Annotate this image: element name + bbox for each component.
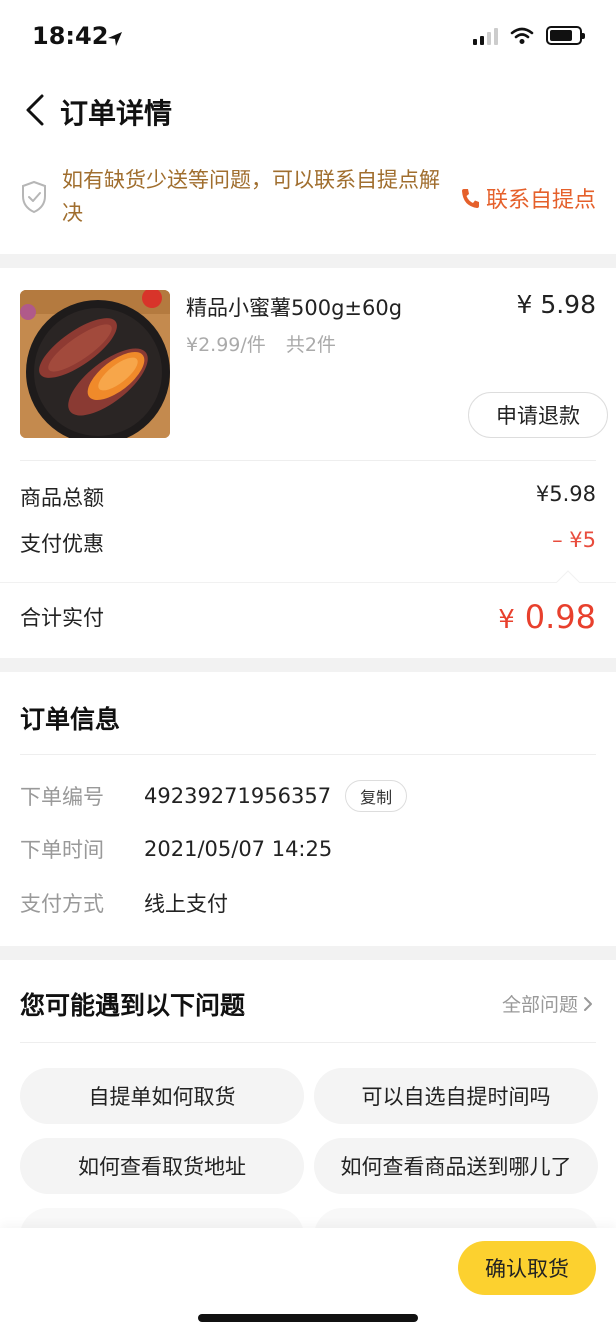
total-amount: ¥0.98 (498, 598, 596, 636)
order-number-value: 49239271956357 (144, 784, 332, 808)
order-time-label: 下单时间 (20, 838, 104, 862)
product-image[interactable] (20, 290, 170, 438)
order-number-label: 下单编号 (20, 785, 104, 809)
divider (20, 754, 596, 755)
payment-method-value: 线上支付 (144, 892, 228, 916)
subtotal-value: ¥5.98 (535, 482, 596, 506)
wifi-icon (510, 27, 534, 44)
cellular-signal-icon (473, 27, 498, 45)
notice-text: 如有缺货少送等问题，可以联系自提点解决 (62, 168, 440, 225)
battery-icon (546, 26, 585, 45)
faq-card: 您可能遇到以下问题 全部问题 自提单如何取货 可以自选自提时间吗 如何查看取货地… (0, 960, 616, 1264)
subtotal-label: 商品总额 (20, 486, 104, 510)
sweet-potato-image (20, 290, 170, 438)
product-price: ¥ 5.98 (516, 290, 596, 319)
total-currency: ¥ (498, 605, 515, 635)
order-info-title: 订单信息 (20, 705, 121, 734)
product-unit-info: ¥2.99/件 共2件 (186, 330, 336, 357)
location-arrow-icon (108, 32, 122, 46)
total-label: 合计实付 (20, 606, 104, 630)
bottom-action-bar: 确认取货 (0, 1228, 616, 1334)
order-time-value: 2021/05/07 14:25 (144, 837, 333, 861)
divider (20, 1042, 596, 1043)
payment-method-row: 支付方式 线上支付 (20, 888, 228, 918)
divider (0, 582, 616, 583)
faq-item[interactable]: 如何查看取货地址 (20, 1138, 304, 1194)
nav-bar: 订单详情 (0, 76, 616, 146)
back-arrow-icon[interactable] (18, 88, 58, 132)
home-indicator (198, 1314, 418, 1322)
subtotal-row: 商品总额 ¥5.98 (20, 482, 596, 512)
faq-title: 您可能遇到以下问题 (20, 991, 246, 1020)
quantity: 共2件 (285, 334, 336, 356)
faq-item[interactable]: 如何查看商品送到哪儿了 (314, 1138, 598, 1194)
faq-item[interactable]: 可以自选自提时间吗 (314, 1068, 598, 1124)
contact-pickup-link[interactable]: 联系自提点 (460, 182, 596, 214)
order-info-card: 订单信息 下单编号 49239271956357 复制 下单时间 2021/05… (0, 672, 616, 946)
divider (20, 460, 596, 461)
all-questions-link[interactable]: 全部问题 (502, 990, 594, 1017)
pointer-notch-icon (556, 570, 580, 583)
payment-method-label: 支付方式 (20, 892, 104, 916)
status-bar: 18:42 (0, 0, 616, 76)
total-value: 0.98 (524, 598, 596, 636)
discount-value: – ¥5 (552, 528, 596, 552)
faq-item[interactable]: 自提单如何取货 (20, 1068, 304, 1124)
confirm-pickup-button[interactable]: 确认取货 (458, 1241, 596, 1295)
unit-price: ¥2.99/件 (186, 334, 266, 356)
copy-button[interactable]: 复制 (345, 780, 408, 812)
order-time-row: 下单时间 2021/05/07 14:25 (20, 834, 332, 864)
product-card: 精品小蜜薯500g±60g ¥ 5.98 ¥2.99/件 共2件 申请退款 商品… (0, 268, 616, 658)
total-row: 合计实付 ¥0.98 (20, 598, 596, 636)
discount-row: 支付优惠 – ¥5 (20, 528, 596, 558)
chevron-right-icon (584, 996, 592, 1011)
discount-label: 支付优惠 (20, 532, 104, 556)
all-questions-label: 全部问题 (501, 994, 578, 1016)
page-title: 订单详情 (60, 97, 173, 130)
contact-pickup-label: 联系自提点 (485, 188, 596, 213)
order-number-row: 下单编号 49239271956357 复制 (20, 780, 408, 812)
notice-banner: 如有缺货少送等问题，可以联系自提点解决 联系自提点 (0, 146, 616, 254)
product-name: 精品小蜜薯500g±60g (186, 296, 403, 320)
phone-icon (461, 189, 479, 208)
refund-button[interactable]: 申请退款 (468, 392, 608, 438)
status-indicators (473, 26, 585, 45)
shield-check-icon (22, 180, 46, 214)
status-time: 18:42 (32, 22, 109, 50)
